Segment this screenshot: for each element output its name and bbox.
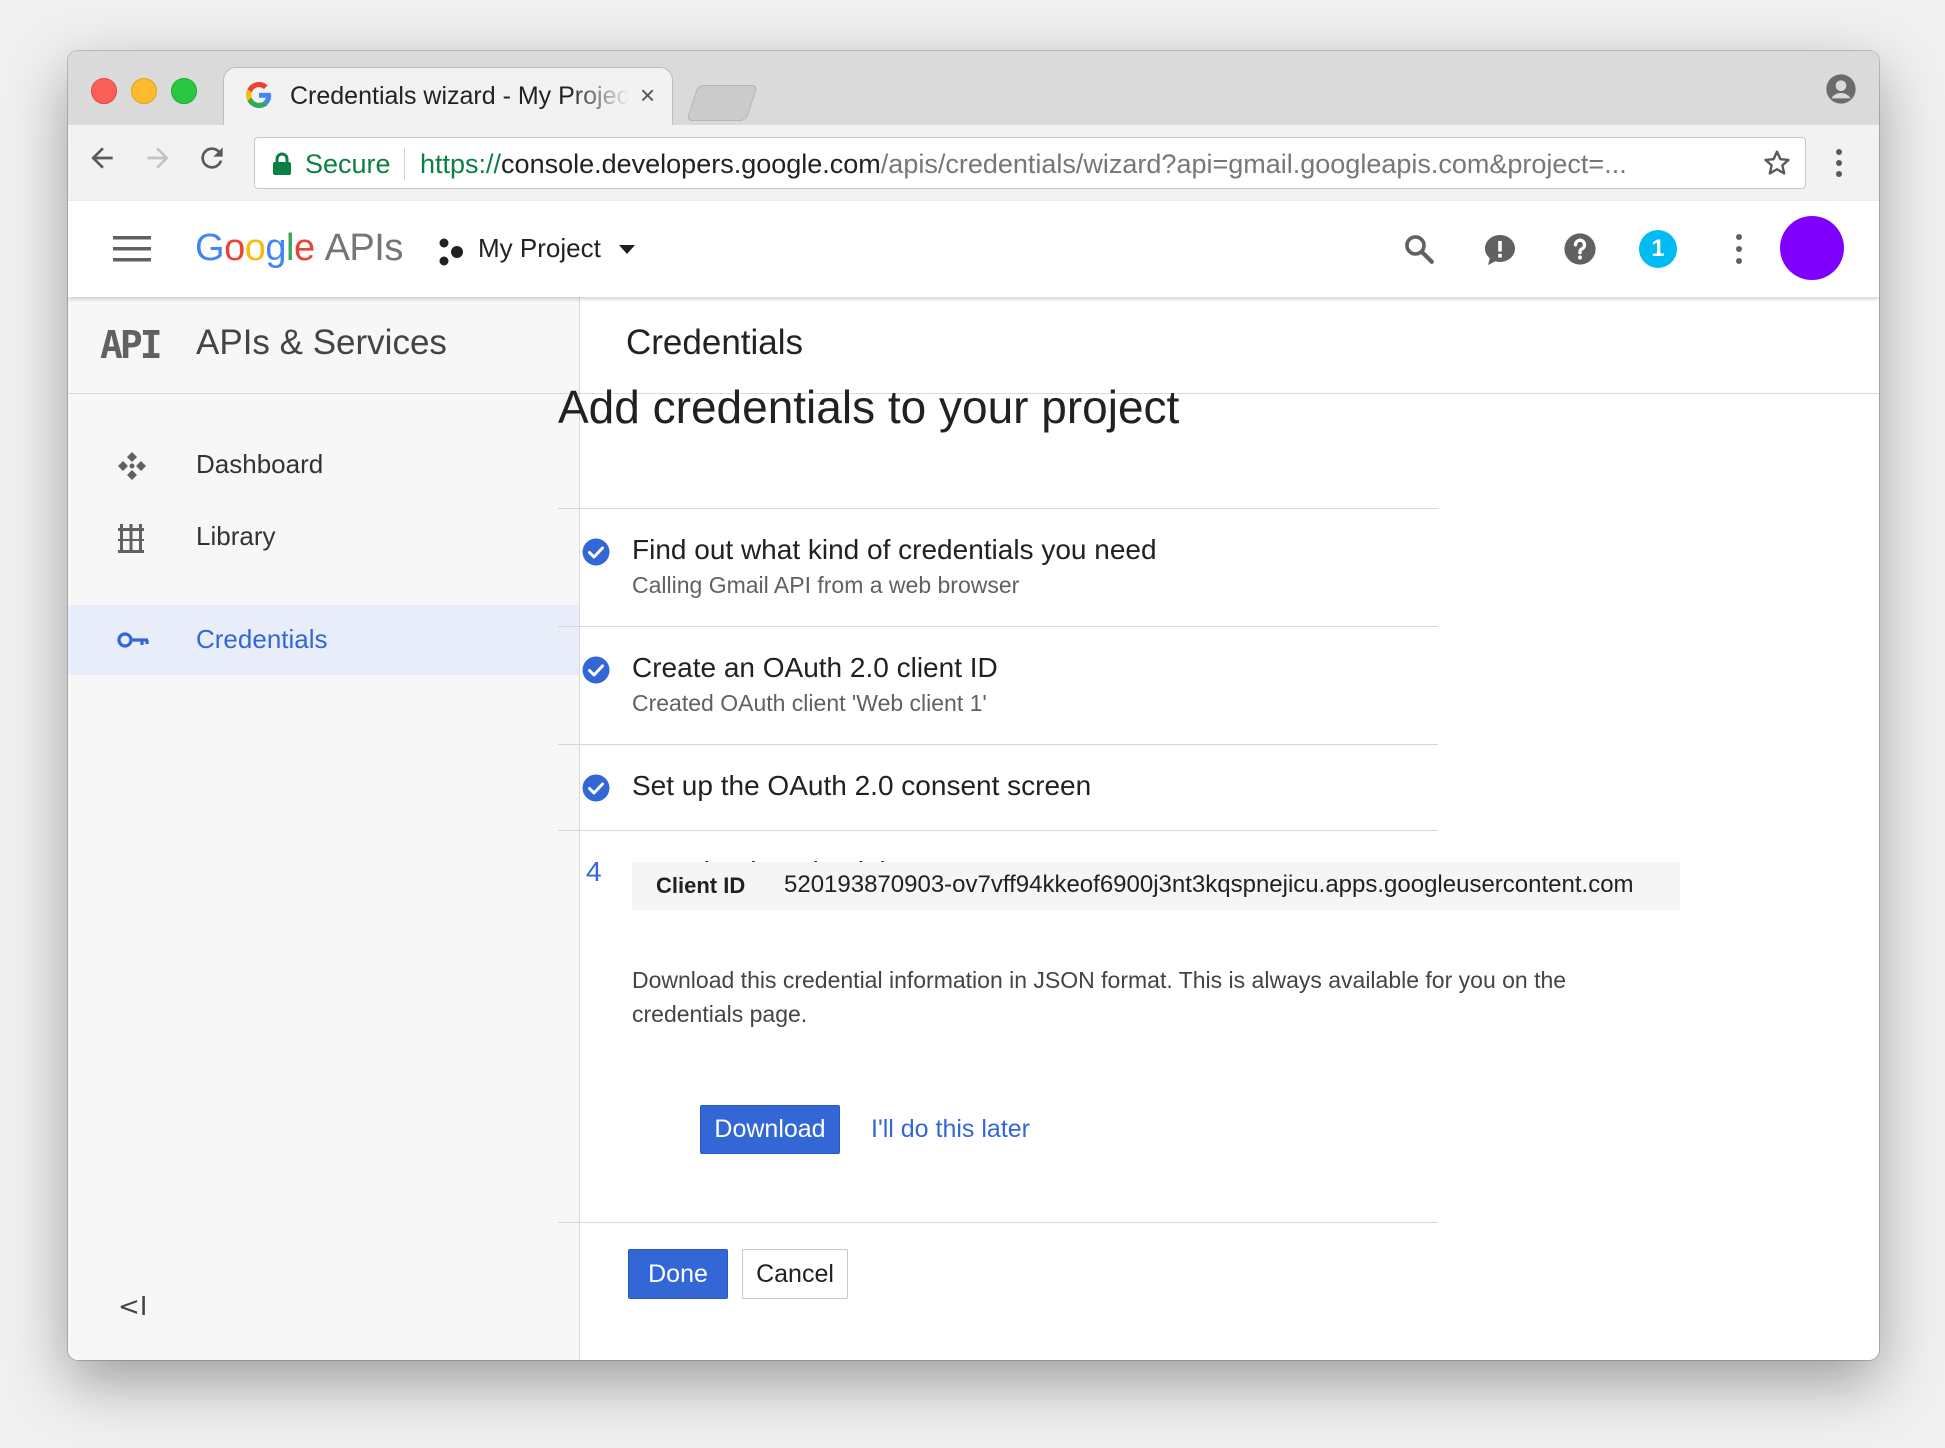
download-button[interactable]: Download [700, 1105, 840, 1154]
chevron-down-icon[interactable] [619, 245, 635, 255]
sidebar-item-dashboard[interactable]: Dashboard [68, 430, 579, 500]
divider [558, 508, 1438, 509]
step-4-number: 4 [586, 856, 602, 887]
sidebar-item-credentials[interactable]: Credentials [68, 605, 579, 675]
check-circle-icon [582, 656, 610, 684]
url-divider [404, 148, 405, 180]
url-text[interactable]: https://console.developers.google.com/ap… [420, 149, 1627, 180]
done-button[interactable]: Done [628, 1249, 728, 1299]
close-window-button[interactable] [91, 78, 117, 104]
bookmark-star-icon[interactable] [1761, 147, 1793, 179]
url-path: /apis/credentials/wizard?api=gmail.googl… [880, 149, 1627, 179]
client-id-box: Client ID 520193870903-ov7vff94kkeof6900… [632, 862, 1680, 910]
project-selector[interactable]: My Project [478, 233, 601, 264]
sidebar: API APIs & Services Dashboard Library Cr… [68, 297, 580, 1360]
divider [558, 626, 1438, 627]
google-wordmark: Google [195, 227, 315, 269]
browser-menu-icon[interactable] [1833, 145, 1845, 181]
google-favicon-icon [246, 82, 272, 108]
wizard-heading: Add credentials to your project [558, 381, 1180, 433]
divider [558, 1222, 1438, 1223]
sidebar-item-label: Dashboard [196, 449, 324, 479]
user-avatar[interactable] [1780, 216, 1844, 280]
tab-title: Credentials wizard - My Project [290, 82, 630, 110]
client-id-label: Client ID [656, 873, 746, 898]
project-dots-icon [439, 238, 463, 266]
lock-icon [273, 152, 291, 175]
page-title: Credentials [626, 323, 804, 362]
do-later-link[interactable]: I'll do this later [871, 1115, 1030, 1144]
tab-strip: Credentials wizard - My Project × [68, 51, 1879, 125]
apis-wordmark: APIs [324, 227, 404, 269]
forward-arrow-icon[interactable] [142, 142, 174, 174]
divider [558, 830, 1438, 831]
dashboard-icon [118, 452, 146, 480]
minimize-window-button[interactable] [131, 78, 157, 104]
divider [558, 744, 1438, 745]
google-apis-logo[interactable]: Google APIs [195, 227, 403, 270]
notifications-badge[interactable]: 1 [1639, 230, 1677, 268]
browser-toolbar: Secure https://console.developers.google… [68, 125, 1879, 202]
app-header: Google APIs My Project 1 [68, 201, 1879, 297]
hamburger-menu-icon[interactable] [113, 235, 151, 263]
search-icon[interactable] [1402, 232, 1436, 266]
step-3-title: Set up the OAuth 2.0 consent screen [632, 770, 1092, 801]
url-scheme: https:// [420, 149, 502, 179]
step-2-subtitle: Created OAuth client 'Web client 1' [632, 690, 987, 716]
collapse-sidebar-icon[interactable]: <I [118, 1292, 147, 1322]
secure-label: Secure [305, 149, 391, 179]
step-1-subtitle: Calling Gmail API from a web browser [632, 572, 1020, 598]
more-vert-icon[interactable] [1734, 232, 1744, 266]
sidebar-item-library[interactable]: Library [68, 502, 579, 572]
step-1-title: Find out what kind of credentials you ne… [632, 534, 1157, 565]
address-bar[interactable]: Secure https://console.developers.google… [254, 137, 1806, 189]
cancel-button[interactable]: Cancel [742, 1249, 848, 1299]
key-icon [117, 632, 149, 648]
new-tab-button[interactable] [686, 85, 758, 121]
tab-close-icon[interactable]: × [640, 80, 655, 111]
maximize-window-button[interactable] [171, 78, 197, 104]
sidebar-item-label: Credentials [196, 624, 328, 654]
api-logo: API [100, 323, 163, 367]
reload-icon[interactable] [196, 142, 228, 174]
check-circle-icon [582, 774, 610, 802]
help-icon[interactable] [1563, 232, 1597, 266]
profile-icon[interactable] [1825, 73, 1857, 105]
url-host: console.developers.google.com [501, 149, 881, 179]
back-arrow-icon[interactable] [86, 142, 118, 174]
browser-tab-active[interactable]: Credentials wizard - My Project × [224, 68, 672, 125]
sidebar-header: API APIs & Services [68, 297, 579, 394]
client-id-value[interactable]: 520193870903-ov7vff94kkeof6900j3nt3kqspn… [784, 871, 1634, 899]
library-icon [118, 524, 144, 553]
sidebar-title: APIs & Services [196, 323, 447, 362]
feedback-icon[interactable] [1482, 232, 1518, 268]
sidebar-item-label: Library [196, 521, 276, 551]
step-2-title: Create an OAuth 2.0 client ID [632, 652, 998, 683]
check-circle-icon [582, 538, 610, 566]
download-description: Download this credential information in … [632, 967, 1567, 1027]
